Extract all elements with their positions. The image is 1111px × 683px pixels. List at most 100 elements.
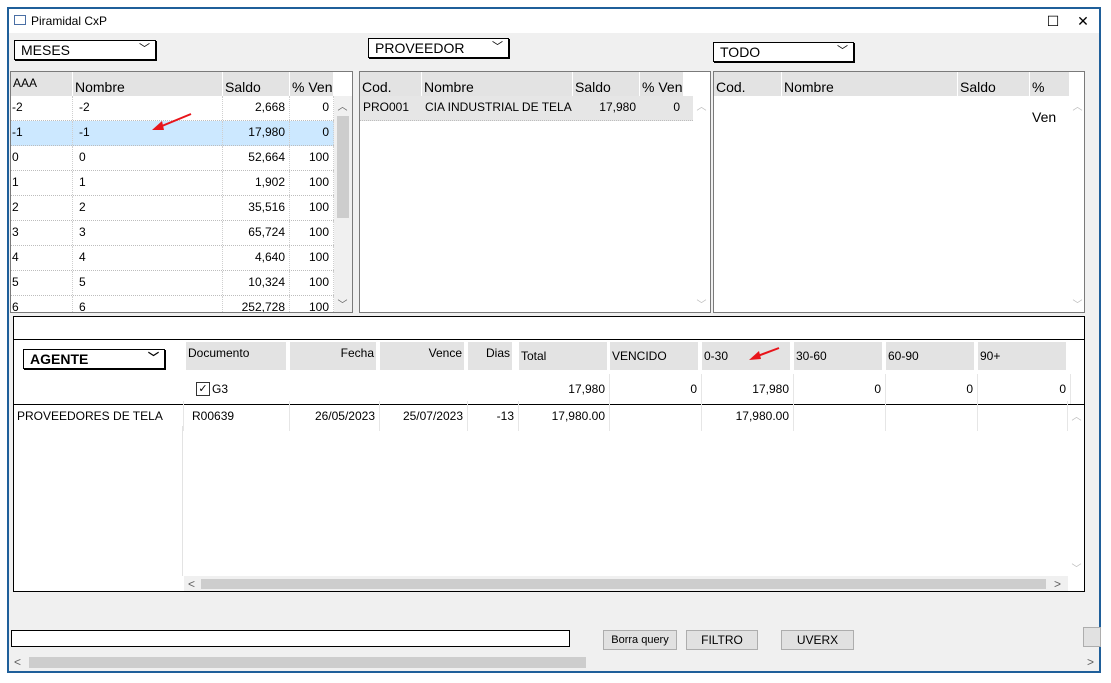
scroll-up-icon[interactable]: ︿ (1068, 408, 1084, 423)
supplier-scrollbar[interactable]: ︿ ﹀ (693, 96, 710, 312)
col-header-cod[interactable]: Cod. (360, 72, 422, 96)
table-row[interactable]: 1 1 1,902 100 (11, 171, 334, 196)
agent-value: AGENTE (30, 351, 89, 367)
col-header-60-90[interactable]: 60-90 (886, 342, 976, 370)
scroll-down-icon[interactable]: ﹀ (334, 296, 351, 311)
entity-value: PROVEEDOR (375, 40, 465, 56)
col-header-dias[interactable]: Dias (468, 342, 514, 370)
table-row[interactable]: 6 6 252,728 100 (11, 296, 334, 312)
col-header-vencido[interactable]: VENCIDO (610, 342, 700, 370)
scroll-up-icon[interactable]: ︿ (334, 98, 351, 113)
aging-aaa: 5 (11, 271, 73, 295)
aging-nombre: 5 (73, 271, 223, 295)
col-header-documento[interactable]: Documento (186, 342, 288, 370)
table-row[interactable]: 4 4 4,640 100 (11, 246, 334, 271)
bottom-vscrollbar[interactable]: ︿ ﹀ (1068, 406, 1084, 576)
col-header-90-plus[interactable]: 90+ (978, 342, 1068, 370)
app-window: Piramidal CxP ☐ ✕ MESES ﹀ PROVEEDOR ﹀ TO… (7, 7, 1101, 673)
col-header-nombre[interactable]: Nombre (73, 72, 223, 96)
bottom-hscroll-thumb[interactable] (201, 579, 1046, 589)
col-header-pct-ven[interactable]: % Ven (290, 72, 334, 96)
scroll-right-icon[interactable]: > (1087, 655, 1094, 669)
supplier-row[interactable]: PRO001 CIA INDUSTRIAL DE TELA 17,980 0 (360, 96, 693, 121)
col-header-pct-ven[interactable]: % Ven (640, 72, 684, 96)
uverx-button[interactable]: UVERX (781, 630, 854, 650)
close-button[interactable]: ✕ (1073, 12, 1093, 30)
maximize-button[interactable]: ☐ (1043, 12, 1063, 30)
chevron-down-icon: ﹀ (148, 352, 159, 364)
aging-pct-ven: 100 (290, 146, 334, 170)
main-hscrollbar[interactable]: < > (11, 654, 1099, 671)
bottom-hscrollbar[interactable]: < > (184, 576, 1068, 591)
chevron-down-icon: ﹀ (139, 43, 150, 55)
aging-aaa: -2 (11, 96, 73, 120)
aging-saldo: 10,324 (223, 271, 290, 295)
supplier-cod: PRO001 (363, 100, 410, 114)
b0-30: 17,980.00 (702, 401, 794, 431)
entity-select[interactable]: PROVEEDOR ﹀ (368, 38, 509, 58)
supplier-grid[interactable]: Cod. Nombre Saldo % Ven PRO001 CIA INDUS… (359, 71, 711, 313)
aging-grid[interactable]: AAA Nombre Saldo % Ven -2 -2 2,668 0 -1 -1 17,… (10, 71, 353, 313)
table-row[interactable]: 0 0 52,664 100 (11, 146, 334, 171)
filtro-button[interactable]: FILTRO (686, 630, 758, 650)
detail-grid[interactable]: Cod. Nombre Saldo % Ven ︿ ﹀ (713, 71, 1085, 313)
aging-saldo: 65,724 (223, 221, 290, 245)
annotation-arrow-icon (749, 347, 780, 360)
supplier-saldo: 17,980 (599, 100, 636, 114)
scroll-down-icon[interactable]: ﹀ (1068, 560, 1084, 575)
group-checkbox[interactable]: ✓ (196, 382, 210, 396)
status-input[interactable] (11, 630, 570, 647)
table-row[interactable]: 5 5 10,324 100 (11, 271, 334, 296)
title-bar: Piramidal CxP ☐ ✕ (9, 9, 1099, 33)
aging-saldo: 1,902 (223, 171, 290, 195)
col-header-30-60[interactable]: 30-60 (794, 342, 884, 370)
col-header-saldo[interactable]: Saldo (223, 72, 290, 96)
table-row[interactable]: 3 3 65,724 100 (11, 221, 334, 246)
main-hscroll-thumb[interactable] (29, 657, 586, 668)
documento: R00639 (184, 401, 290, 431)
col-header-total[interactable]: Total (519, 342, 609, 370)
col-header-saldo[interactable]: Saldo (573, 72, 640, 96)
table-row[interactable]: 2 2 35,516 100 (11, 196, 334, 221)
b30-60-sum: 0 (794, 374, 886, 404)
scroll-down-icon[interactable]: ﹀ (1069, 296, 1084, 311)
aging-nombre: -2 (73, 96, 223, 120)
scroll-up-icon[interactable]: ︿ (1069, 98, 1084, 113)
scope-select[interactable]: TODO ﹀ (713, 42, 854, 62)
bottom-grid[interactable]: AGENTE ﹀ Documento Fecha Vence Dias Tota… (13, 340, 1085, 592)
b90 (978, 401, 1068, 431)
col-header-aaa[interactable]: AAA (11, 72, 73, 96)
corner-button[interactable] (1083, 627, 1101, 647)
column-divider (182, 426, 183, 576)
col-header-fecha[interactable]: Fecha (290, 342, 378, 370)
detail-scrollbar[interactable]: ︿ ﹀ (1069, 96, 1084, 312)
table-row[interactable]: PROVEEDORES DE TELA R00639 26/05/2023 25… (14, 401, 1068, 431)
aging-nombre: 0 (73, 146, 223, 170)
col-header-pct-ven[interactable]: % Ven (1030, 72, 1070, 125)
borra-query-button[interactable]: Borra query (603, 630, 677, 650)
b60-90-sum: 0 (886, 374, 978, 404)
col-header-nombre[interactable]: Nombre (782, 72, 958, 96)
col-header-saldo[interactable]: Saldo (958, 72, 1030, 96)
scroll-up-icon[interactable]: ︿ (693, 98, 710, 113)
agent-select[interactable]: AGENTE ﹀ (23, 349, 165, 369)
b30-60 (794, 401, 886, 431)
scroll-down-icon[interactable]: ﹀ (693, 296, 710, 311)
scroll-left-icon[interactable]: < (14, 655, 21, 669)
col-header-vence[interactable]: Vence (380, 342, 466, 370)
aging-saldo: 4,640 (223, 246, 290, 270)
b90-sum: 0 (978, 374, 1071, 404)
aging-scroll-thumb[interactable] (337, 116, 349, 218)
aging-aaa: 2 (11, 196, 73, 220)
col-header-cod[interactable]: Cod. (714, 72, 782, 96)
aging-nombre: 4 (73, 246, 223, 270)
window-title: Piramidal CxP (31, 14, 108, 28)
col-header-nombre[interactable]: Nombre (422, 72, 573, 96)
scroll-right-icon[interactable]: > (1054, 577, 1061, 591)
aging-aaa: 0 (11, 146, 73, 170)
aging-scrollbar[interactable]: ︿ ﹀ (334, 96, 352, 312)
scroll-left-icon[interactable]: < (188, 577, 195, 591)
fecha: 26/05/2023 (290, 401, 380, 431)
group-by-select[interactable]: MESES ﹀ (14, 40, 156, 60)
supplier-pct-ven: 0 (673, 100, 680, 114)
